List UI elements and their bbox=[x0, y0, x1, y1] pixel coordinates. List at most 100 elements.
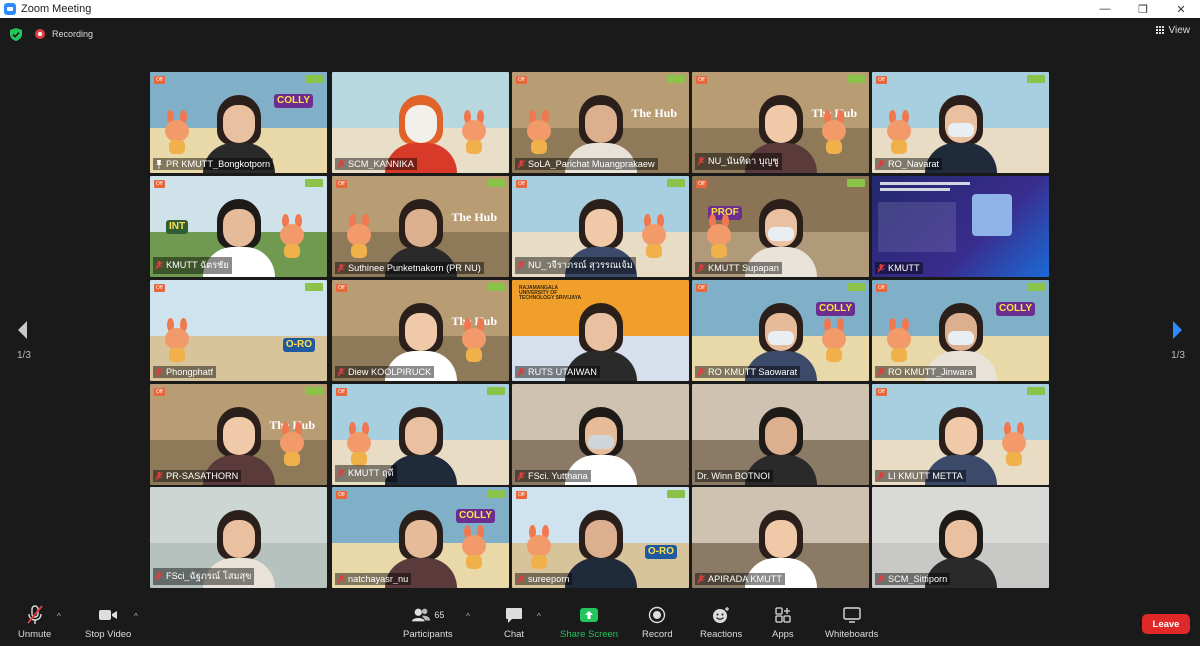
participant-video-tile[interactable]: Off INT KMUTT ฉัตรชัย bbox=[150, 176, 327, 277]
off-badge: Off bbox=[696, 284, 707, 292]
mascot-character-icon bbox=[160, 318, 194, 362]
participants-button[interactable]: 65 Participants bbox=[403, 605, 453, 640]
page-indicator-right: 1/3 bbox=[1171, 350, 1185, 361]
next-page-arrow-icon[interactable] bbox=[1172, 320, 1184, 340]
apps-button[interactable]: Apps bbox=[772, 605, 794, 640]
participant-name-tag: NU_นันทิดา บุญชู bbox=[695, 153, 782, 170]
participant-name: PR-SASATHORN bbox=[166, 471, 239, 481]
view-button[interactable]: View bbox=[1155, 25, 1191, 36]
participant-name: LI KMUTT METTA bbox=[888, 471, 963, 481]
chat-options-caret-icon[interactable]: ^ bbox=[537, 612, 541, 621]
off-badge: Off bbox=[696, 76, 707, 84]
participant-video-tile[interactable]: Off PROF KMUTT Supapan bbox=[692, 176, 869, 277]
maximize-button[interactable]: ❐ bbox=[1124, 0, 1162, 18]
participant-name: natchayasr_nu bbox=[348, 574, 409, 584]
stop-video-button[interactable]: Stop Video bbox=[85, 605, 131, 640]
participants-options-caret-icon[interactable]: ^ bbox=[466, 612, 470, 621]
participant-video-tile[interactable]: Off COLLY RO KMUTT_Jinwara bbox=[872, 280, 1049, 381]
participant-video-tile[interactable]: Off COLLY RO KMUTT Saowarat bbox=[692, 280, 869, 381]
muted-mic-icon bbox=[337, 469, 345, 478]
participant-video-tile[interactable]: APIRADA KMUTT bbox=[692, 487, 869, 588]
participant-video-tile[interactable]: Off KMUTT ฤดี bbox=[332, 384, 509, 485]
participant-name: Phongphatf bbox=[166, 367, 214, 377]
participant-video-tile[interactable]: Off RO_Navarat bbox=[872, 72, 1049, 173]
unmute-button[interactable]: Unmute bbox=[18, 605, 51, 640]
whiteboards-button[interactable]: Whiteboards bbox=[825, 605, 878, 640]
participant-name: PR KMUTT_Bongkotporn bbox=[166, 159, 271, 169]
participant-video-tile[interactable]: Dr. Winn BOTNOI bbox=[692, 384, 869, 485]
participant-name-tag: LI KMUTT METTA bbox=[875, 470, 966, 482]
audio-options-caret-icon[interactable]: ^ bbox=[57, 612, 61, 621]
zoom-app-icon bbox=[4, 3, 16, 15]
leave-button[interactable]: Leave bbox=[1142, 614, 1190, 634]
minimize-button[interactable]: — bbox=[1086, 0, 1124, 18]
muted-mic-icon bbox=[877, 367, 885, 377]
participant-video-tile[interactable]: Off NU_วจีราภรณ์ สุวรรณเจ้ม bbox=[512, 176, 689, 277]
chat-button[interactable]: Chat bbox=[504, 605, 524, 640]
participant-video-tile[interactable]: FSci. Yutthana bbox=[512, 384, 689, 485]
participant-name: APIRADA KMUTT bbox=[708, 574, 783, 584]
participant-video-tile[interactable]: Off O-RO Phongphatf bbox=[150, 280, 327, 381]
participant-video-tile[interactable]: Off The Hub Suthinee Punketnakorn (PR NU) bbox=[332, 176, 509, 277]
record-button[interactable]: Record bbox=[642, 605, 673, 640]
muted-mic-icon bbox=[697, 574, 705, 584]
participant-video-tile[interactable]: Off LI KMUTT METTA bbox=[872, 384, 1049, 485]
previous-page-arrow-icon[interactable] bbox=[16, 320, 28, 340]
off-badge: Off bbox=[154, 180, 165, 188]
muted-microphone-icon bbox=[25, 605, 45, 625]
pin-icon bbox=[156, 159, 162, 169]
participant-video-tile[interactable]: Off The Hub SoLA_Parichat Muangprakaew bbox=[512, 72, 689, 173]
apps-grid-icon bbox=[773, 605, 793, 625]
participant-video-tile[interactable]: Off The Hub Diew KOOLPIRUCK bbox=[332, 280, 509, 381]
close-button[interactable]: ✕ bbox=[1162, 0, 1200, 18]
participant-name: SoLA_Parichat Muangprakaew bbox=[528, 159, 655, 169]
participant-name-tag: Dr. Winn BOTNOI bbox=[695, 470, 773, 482]
recording-indicator[interactable]: Recording bbox=[35, 29, 93, 39]
grid-view-icon bbox=[1155, 26, 1165, 35]
oro-sign: O-RO bbox=[644, 545, 677, 559]
participant-video-tile[interactable]: Off The Hub PR-SASATHORN bbox=[150, 384, 327, 485]
event-logo-icon bbox=[667, 75, 685, 83]
participant-name: SCM_Sittiporn bbox=[888, 574, 948, 584]
event-logo-icon bbox=[667, 179, 685, 187]
view-label: View bbox=[1168, 25, 1191, 36]
participant-name-tag: Phongphatf bbox=[153, 366, 217, 378]
participant-name: RUTS UTAIWAN bbox=[528, 367, 597, 377]
muted-mic-icon bbox=[155, 261, 163, 270]
participant-name: RO_Navarat bbox=[888, 159, 940, 169]
page-indicator-left: 1/3 bbox=[17, 350, 31, 361]
security-shield-icon[interactable] bbox=[10, 28, 22, 41]
video-options-caret-icon[interactable]: ^ bbox=[134, 612, 138, 621]
whiteboards-label: Whiteboards bbox=[825, 629, 879, 640]
muted-mic-icon bbox=[155, 572, 163, 581]
unmute-label: Unmute bbox=[18, 629, 52, 640]
event-logo-icon bbox=[1027, 387, 1045, 395]
share-screen-button[interactable]: Share Screen bbox=[560, 605, 618, 640]
event-logo-icon bbox=[487, 283, 505, 291]
window-titlebar: Zoom Meeting — ❐ ✕ bbox=[0, 0, 1200, 18]
mascot-character-icon bbox=[457, 318, 491, 362]
off-badge: Off bbox=[876, 76, 887, 84]
participant-video-tile[interactable]: RAJAMANGALA UNIVERSITY OF TECHNOLOGY SRI… bbox=[512, 280, 689, 381]
share-screen-icon bbox=[579, 605, 599, 625]
participant-name-tag: KMUTT Supapan bbox=[695, 262, 782, 274]
participant-video-tile[interactable]: KMUTT bbox=[872, 176, 1049, 277]
participant-name-tag: APIRADA KMUTT bbox=[695, 573, 786, 585]
participant-video-tile[interactable]: Off The Hub NU_นันทิดา บุญชู bbox=[692, 72, 869, 173]
muted-mic-icon bbox=[337, 263, 345, 273]
off-badge: Off bbox=[876, 284, 887, 292]
off-badge: Off bbox=[516, 76, 527, 84]
participant-video-tile[interactable]: SCM_Sittiporn bbox=[872, 487, 1049, 588]
recording-dot-icon bbox=[35, 29, 45, 39]
muted-mic-icon bbox=[337, 574, 345, 584]
participant-video-tile[interactable]: Off COLLY natchayasr_nu bbox=[332, 487, 509, 588]
participant-video-tile[interactable]: SCM_KANNIKA bbox=[332, 72, 509, 173]
reactions-button[interactable]: Reactions bbox=[700, 605, 742, 640]
window-title: Zoom Meeting bbox=[21, 3, 92, 15]
participant-video-tile[interactable]: Off O-RO sureeporn bbox=[512, 487, 689, 588]
participant-video-tile[interactable]: Off COLLY PR KMUTT_Bongkotporn bbox=[150, 72, 327, 173]
mascot-character-icon bbox=[702, 214, 736, 258]
mascot-character-icon bbox=[522, 525, 556, 569]
muted-mic-icon bbox=[697, 263, 705, 273]
participant-video-tile[interactable]: FSci_ฉัฐภรณ์ โสมสุข bbox=[150, 487, 327, 588]
